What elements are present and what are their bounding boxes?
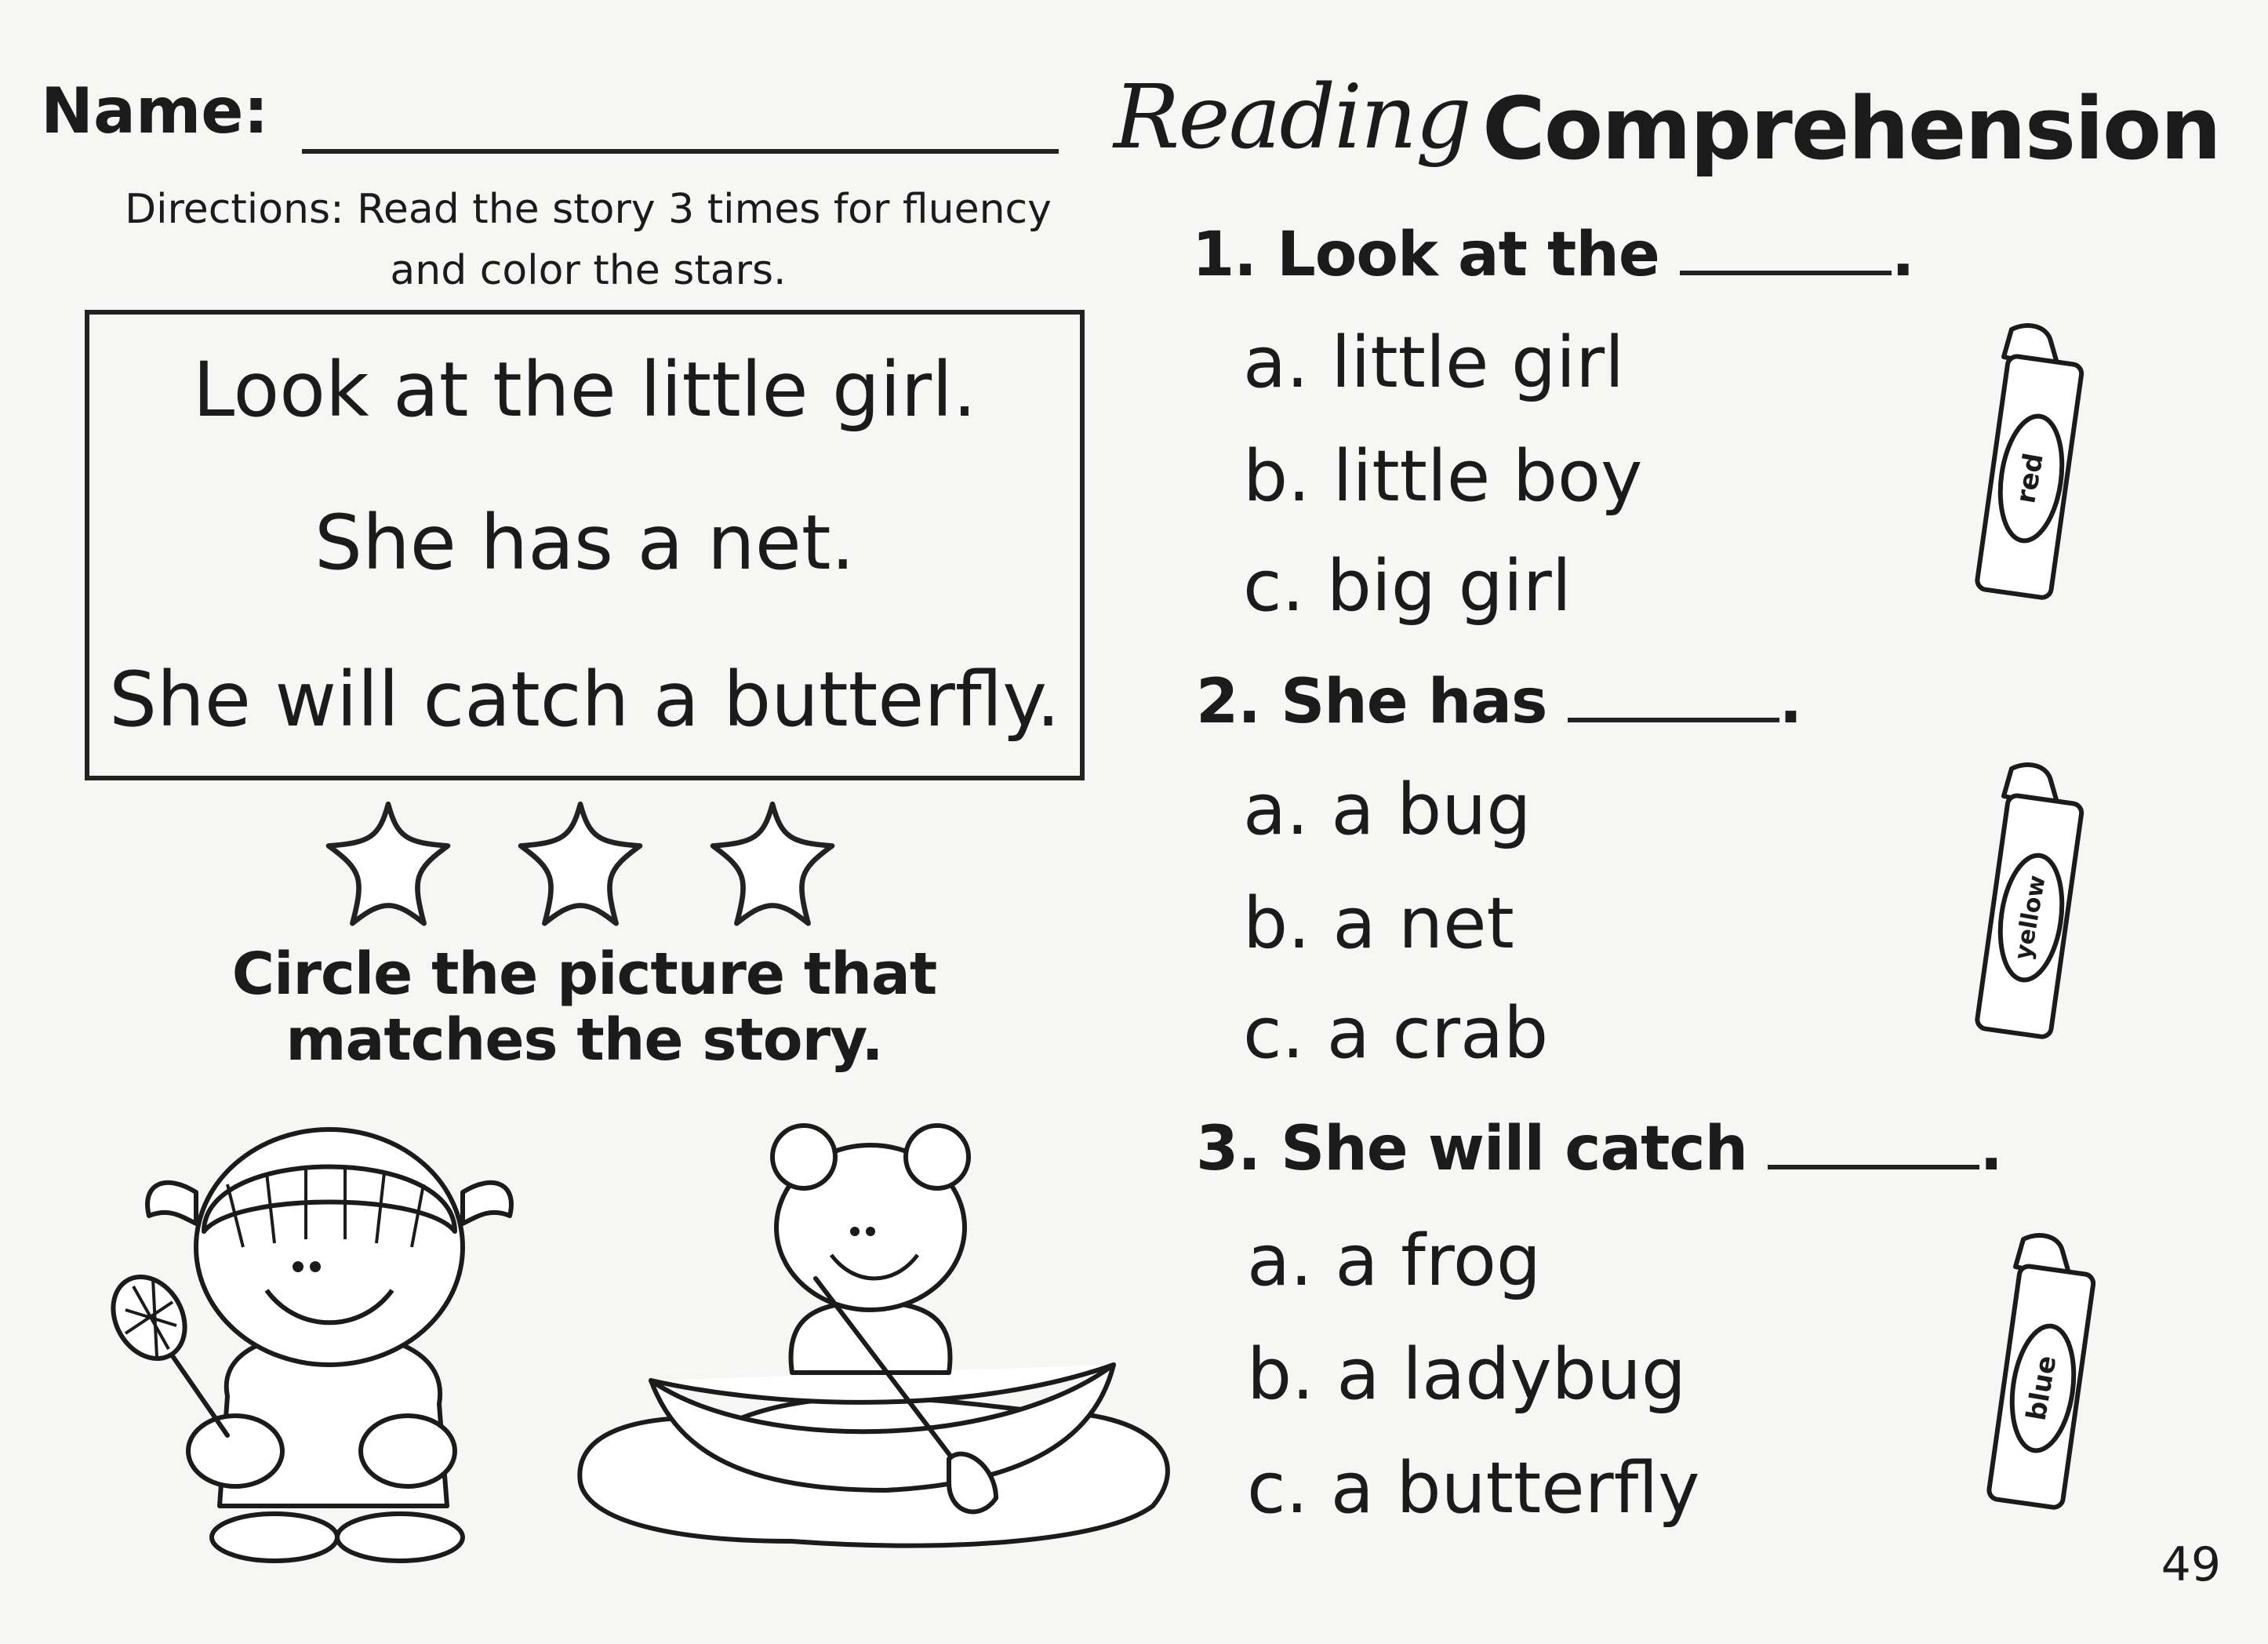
directions-text: Directions: Read the story 3 times for f… [125,186,1052,294]
girl-with-net-icon[interactable] [110,1098,580,1569]
star-icon[interactable] [698,792,847,941]
fluency-stars [314,792,847,941]
question-number: 3. [1196,1114,1261,1184]
answer-blank[interactable] [1567,671,1779,722]
circle-instruction-line: Circle the picture that [231,940,937,1008]
question-number: 1. [1192,220,1257,290]
option-2b[interactable]: b. a net [1243,882,1514,965]
question-stem: She has [1281,667,1547,737]
option-2c[interactable]: c. a crab [1243,992,1548,1075]
circle-instruction: Circle the picture that matches the stor… [188,941,980,1073]
answer-blank[interactable] [1679,224,1892,275]
question-stem: Look at the [1277,220,1660,290]
worksheet-page: { "header": { "name_label": "Name:", "ti… [0,0,2268,1644]
answer-blank[interactable] [1768,1118,1980,1169]
crayon-icon: blue [1986,1233,2096,1510]
circle-instruction-line: matches the story. [285,1006,883,1074]
star-icon[interactable] [314,792,463,941]
crayon-icon: red [1975,323,2084,600]
question-end: . [1779,667,1803,737]
option-1c[interactable]: c. big girl [1243,545,1572,627]
question-stem: She will catch [1281,1114,1748,1184]
page-number: 49 [2161,1537,2221,1592]
title-reading: Reading [1114,67,1472,169]
question-end: . [1891,220,1915,290]
name-label: Name: [41,75,269,147]
crayon-icon: yellow [1975,762,2084,1039]
girl-in-canoe-icon[interactable] [557,1114,1200,1553]
story-box: Look at the little girl. She has a net. … [85,310,1085,780]
option-1b[interactable]: b. little boy [1243,435,1642,518]
question-number: 2. [1196,667,1261,737]
title-comprehension: Comprehension [1482,78,2222,179]
name-answer-line[interactable] [302,149,1059,154]
question-end: . [1979,1114,2003,1184]
story-line: She will catch a butterfly. [109,656,1060,744]
option-2a[interactable]: a. a bug [1243,769,1531,851]
option-1a[interactable]: a. little girl [1243,322,1624,404]
question-2: 2. She has . [1196,667,1803,737]
story-line: Look at the little girl. [192,346,977,434]
question-1: 1. Look at the . [1192,220,1915,290]
star-icon[interactable] [506,792,655,941]
option-3b[interactable]: b. a ladybug [1247,1333,1686,1416]
option-3c[interactable]: c. a butterfly [1247,1447,1700,1529]
option-3a[interactable]: a. a frog [1247,1220,1541,1302]
question-3: 3. She will catch . [1196,1114,2003,1184]
story-line: She has a net. [314,499,855,587]
